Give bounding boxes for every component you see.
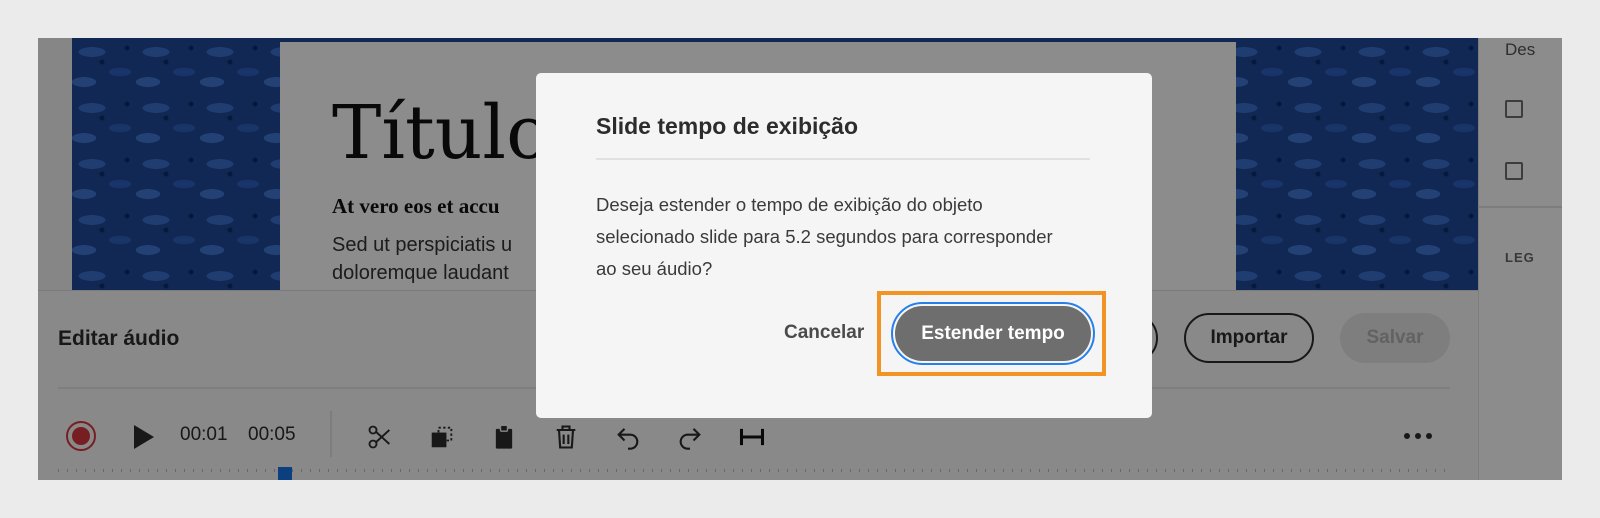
display-time-dialog: Slide tempo de exibição Deseja estender …	[536, 73, 1152, 418]
dialog-divider	[596, 158, 1090, 160]
dialog-message-line: Deseja estender o tempo de exibição do o…	[596, 194, 983, 215]
dialog-message-line: selecionado slide para 5.2 segundos para…	[596, 226, 1053, 247]
extend-time-button[interactable]: Estender tempo	[895, 306, 1091, 361]
dialog-title: Slide tempo de exibição	[596, 113, 859, 139]
app-frame: Título At vero eos et accu Sed ut perspi…	[38, 38, 1562, 480]
modal-overlay: Slide tempo de exibição Deseja estender …	[38, 38, 1562, 480]
dialog-message-line: ao seu áudio?	[596, 258, 713, 279]
cancel-button[interactable]: Cancelar	[784, 317, 864, 349]
dialog-message: Deseja estender o tempo de exibição do o…	[596, 189, 1090, 285]
